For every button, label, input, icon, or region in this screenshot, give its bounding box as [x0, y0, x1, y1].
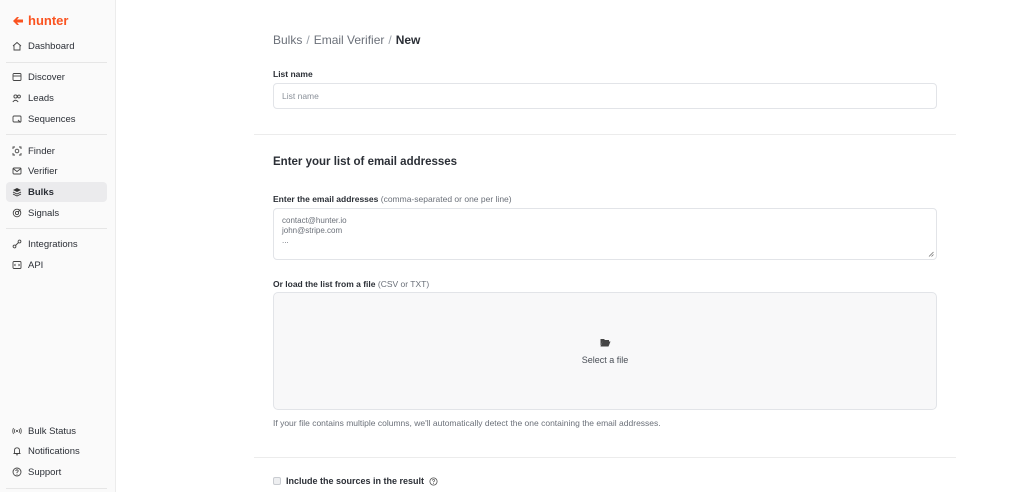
sidebar-item-verifier[interactable]: Verifier — [6, 161, 107, 181]
placeholder-line: ... — [282, 236, 289, 245]
bell-icon — [12, 446, 22, 456]
sidebar-item-label: Verifier — [28, 165, 58, 177]
sidebar-item-notifications[interactable]: Notifications — [6, 441, 107, 461]
broadcast-icon — [12, 426, 22, 436]
sidebar-item-label: Integrations — [28, 238, 78, 250]
include-sources-label[interactable]: Include the sources in the result — [286, 476, 424, 486]
sequences-icon — [12, 114, 22, 124]
file-dropzone[interactable]: Select a file — [273, 292, 937, 410]
file-label-hint: (CSV or TXT) — [377, 279, 430, 289]
breadcrumb-current: New — [395, 33, 421, 47]
sidebar-item-sequences[interactable]: Sequences — [6, 109, 107, 129]
finder-icon — [12, 146, 22, 156]
home-icon — [12, 41, 22, 51]
list-name-input[interactable] — [273, 83, 937, 109]
api-icon — [12, 260, 22, 270]
sidebar-divider — [6, 488, 107, 489]
sidebar-item-label: API — [28, 259, 44, 271]
sidebar: hunter Dashboard Discover Leads Sequence… — [0, 0, 116, 492]
sidebar-item-label: Bulk Status — [28, 425, 77, 437]
emails-textarea[interactable]: contact@hunter.io john@stripe.com ... — [273, 208, 937, 260]
signals-icon — [12, 208, 22, 218]
sidebar-item-finder[interactable]: Finder — [6, 141, 107, 161]
sidebar-item-label: Support — [28, 466, 62, 478]
section-divider — [254, 134, 956, 135]
sidebar-item-label: Discover — [28, 71, 65, 83]
sidebar-item-label: Bulks — [28, 186, 54, 198]
breadcrumb-email-verifier[interactable]: Email Verifier — [314, 33, 385, 47]
section-title: Enter your list of email addresses — [273, 156, 458, 168]
sidebar-item-support[interactable]: Support — [6, 462, 107, 482]
hunter-logo[interactable]: hunter — [12, 13, 68, 28]
folder-open-icon — [600, 338, 610, 346]
sidebar-item-label: Notifications — [28, 445, 80, 457]
sidebar-item-integrations[interactable]: Integrations — [6, 234, 107, 254]
breadcrumb-bulks[interactable]: Bulks — [273, 33, 302, 47]
sidebar-item-leads[interactable]: Leads — [6, 88, 107, 108]
emails-label: Enter the email addresses (comma-separat… — [273, 194, 512, 204]
sidebar-item-dashboard[interactable]: Dashboard — [6, 36, 107, 56]
resize-handle-icon[interactable] — [928, 251, 934, 257]
help-icon[interactable] — [429, 476, 438, 486]
verifier-icon — [12, 166, 22, 176]
include-sources-checkbox[interactable] — [273, 477, 281, 485]
integrations-icon — [12, 239, 22, 249]
sidebar-divider — [6, 62, 107, 63]
sidebar-item-label: Sequences — [28, 113, 76, 125]
hunter-logo-icon — [13, 16, 23, 25]
file-label-text: Or load the list from a file — [273, 279, 376, 289]
emails-label-text: Enter the email addresses — [273, 194, 379, 204]
breadcrumb-separator: / — [306, 33, 310, 47]
leads-icon — [12, 93, 22, 103]
main-content: Bulks / Email Verifier / New List name E… — [116, 0, 1024, 492]
sidebar-item-api[interactable]: API — [6, 255, 107, 275]
discover-icon — [12, 72, 22, 82]
sidebar-item-discover[interactable]: Discover — [6, 67, 107, 87]
section-divider — [254, 457, 956, 458]
brand-name: hunter — [28, 13, 69, 28]
breadcrumb-separator: / — [388, 33, 392, 47]
sidebar-item-label: Leads — [28, 92, 54, 104]
file-label: Or load the list from a file (CSV or TXT… — [273, 279, 429, 289]
emails-label-hint: (comma-separated or one per line) — [380, 194, 512, 204]
bulks-icon — [12, 187, 22, 197]
help-icon — [12, 467, 22, 477]
placeholder-line: john@stripe.com — [282, 226, 343, 235]
sidebar-divider — [6, 228, 107, 229]
file-helper-text: If your file contains multiple columns, … — [273, 418, 661, 428]
placeholder-line: contact@hunter.io — [282, 216, 347, 225]
sidebar-item-signals[interactable]: Signals — [6, 203, 107, 223]
sidebar-item-label: Dashboard — [28, 40, 75, 52]
sidebar-item-bulk-status[interactable]: Bulk Status — [6, 421, 107, 441]
include-sources-row: Include the sources in the result — [273, 476, 438, 486]
breadcrumb: Bulks / Email Verifier / New — [273, 33, 420, 47]
sidebar-divider — [6, 134, 107, 135]
list-name-label: List name — [273, 69, 313, 79]
select-file-label: Select a file — [581, 354, 629, 365]
sidebar-item-label: Signals — [28, 207, 60, 219]
sidebar-item-label: Finder — [28, 145, 55, 157]
sidebar-item-bulks[interactable]: Bulks — [6, 182, 107, 202]
